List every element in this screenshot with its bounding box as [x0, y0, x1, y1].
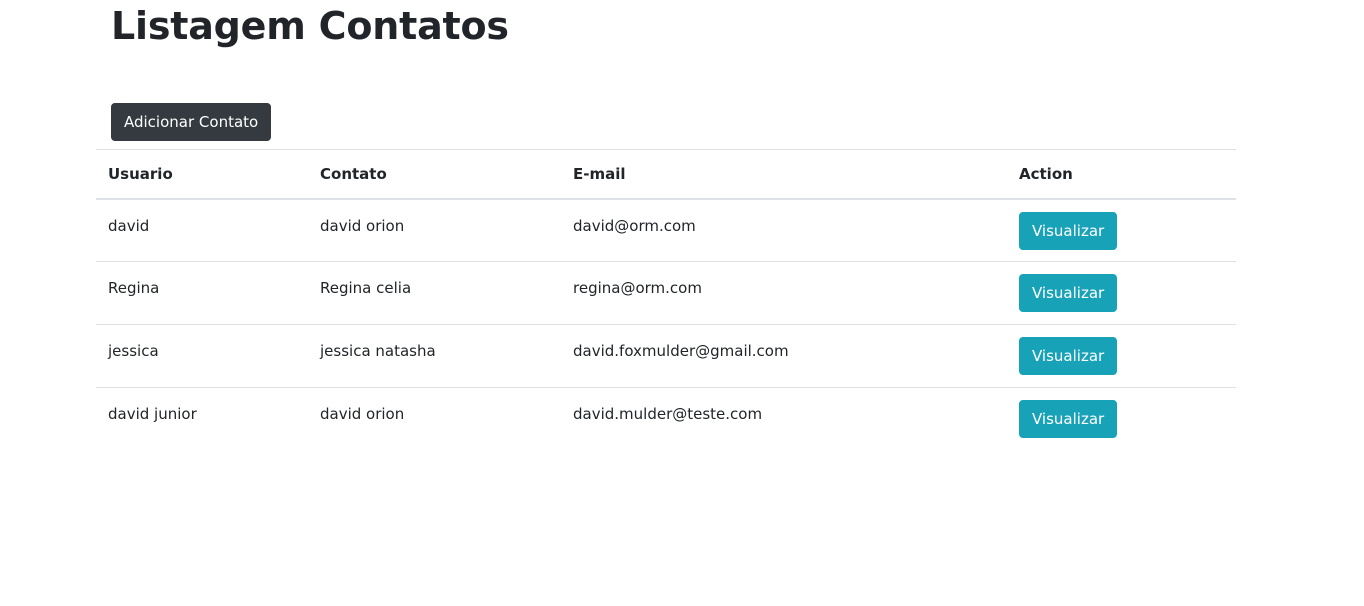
cell-action: Visualizar — [1007, 387, 1236, 451]
cell-user: jessica — [96, 324, 308, 388]
page-title: Listagem Contatos — [111, 4, 509, 48]
user-name: Regina — [108, 279, 160, 297]
column-header-email: E-mail — [561, 149, 1007, 200]
table-header-row: Usuario Contato E-mail Action — [96, 149, 1236, 200]
view-button[interactable]: Visualizar — [1019, 274, 1118, 312]
cell-contact: david orion — [308, 387, 561, 451]
add-contact-button[interactable]: Adicionar Contato — [111, 103, 272, 141]
contact-email: regina@orm.com — [573, 279, 702, 297]
column-header-user: Usuario — [96, 149, 308, 200]
contact-name: david orion — [320, 216, 405, 235]
cell-email: regina@orm.com — [561, 261, 1007, 325]
table-row: Regina Regina celia regina@orm.com Visua… — [96, 261, 1236, 325]
table-row: david junior david orion david.mulder@te… — [96, 387, 1236, 451]
contacts-table: Usuario Contato E-mail Action david davi… — [96, 149, 1236, 451]
cell-action: Visualizar — [1007, 324, 1236, 388]
view-button[interactable]: Visualizar — [1019, 400, 1118, 438]
view-button[interactable]: Visualizar — [1019, 211, 1118, 250]
user-name: jessica — [108, 342, 159, 360]
cell-contact: jessica natasha — [308, 324, 561, 388]
cell-email: david.mulder@teste.com — [561, 387, 1007, 451]
contact-email: david.foxmulder@gmail.com — [573, 342, 789, 360]
contact-name: jessica natasha — [320, 342, 436, 360]
cell-contact: Regina celia — [308, 261, 561, 325]
cell-action: Visualizar — [1007, 261, 1236, 325]
contact-email: david@orm.com — [573, 216, 696, 235]
table-row: jessica jessica natasha david.foxmulder@… — [96, 324, 1236, 388]
contact-name: david orion — [320, 405, 405, 423]
column-header-action: Action — [1007, 149, 1236, 200]
contact-name: Regina celia — [320, 279, 412, 297]
cell-email: david@orm.com — [561, 199, 1007, 262]
contact-email: david.mulder@teste.com — [573, 405, 763, 423]
column-header-contact: Contato — [308, 149, 561, 200]
cell-action: Visualizar — [1007, 199, 1236, 262]
cell-user: Regina — [96, 261, 308, 325]
table-body: david david orion david@orm.com Visualiz… — [96, 199, 1236, 451]
table-row: david david orion david@orm.com Visualiz… — [96, 199, 1236, 262]
cell-email: david.foxmulder@gmail.com — [561, 324, 1007, 388]
table-header: Usuario Contato E-mail Action — [96, 149, 1236, 200]
view-button[interactable]: Visualizar — [1019, 337, 1118, 375]
cell-user: david junior — [96, 387, 308, 451]
cell-contact: david orion — [308, 199, 561, 262]
user-name: david — [108, 216, 150, 235]
user-name: david junior — [108, 405, 197, 423]
cell-user: david — [96, 199, 308, 262]
